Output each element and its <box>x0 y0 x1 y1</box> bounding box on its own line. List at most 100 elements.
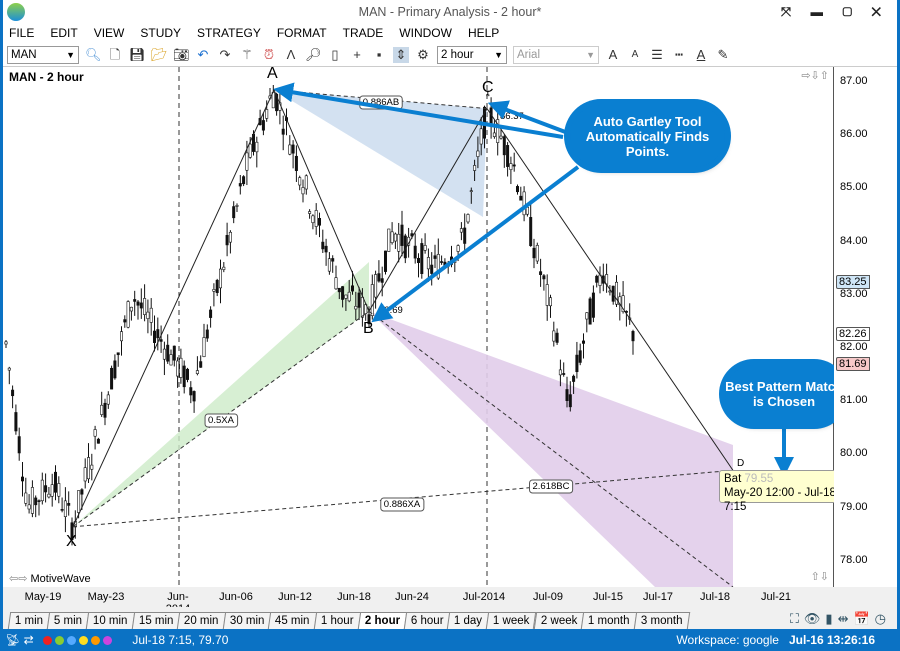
link-icon[interactable]: ⚙︎ <box>415 47 431 63</box>
tab-15-min[interactable]: 15 min <box>131 612 181 629</box>
ratio-xa-label: 0.5XA <box>208 415 235 426</box>
candle-body <box>126 301 130 328</box>
tab-1-month[interactable]: 1 month <box>581 612 638 629</box>
line-dash-icon[interactable]: ┅ <box>671 47 687 63</box>
tab-10-min[interactable]: 10 min <box>86 612 135 629</box>
candle-body <box>228 231 232 243</box>
red-dot-icon[interactable] <box>42 636 52 646</box>
yellow-dot-icon[interactable] <box>78 636 88 646</box>
orange-dot-icon[interactable] <box>90 636 100 646</box>
tab-label: 1 week <box>493 615 530 627</box>
candle-body <box>440 261 444 263</box>
candle-body <box>87 457 91 480</box>
undo-icon[interactable]: ↶ <box>195 47 211 63</box>
menu-edit[interactable]: EDIT <box>50 24 77 43</box>
candle-body <box>47 493 51 498</box>
candle-body <box>568 394 572 408</box>
menu-trade[interactable]: TRADE <box>343 24 384 43</box>
green-dot-icon[interactable] <box>54 636 64 646</box>
redo-icon[interactable]: ↷ <box>217 47 233 63</box>
price-axis[interactable]: 87.00 86.00 85.00 84.00 83.00 82.00 81.00 80.00… <box>834 67 897 587</box>
point-x-label: X <box>66 533 77 550</box>
date-axis[interactable]: May-19May-23Jun-2014Jun-06Jun-12Jun-18Ju… <box>3 587 897 615</box>
candle-body <box>153 330 157 343</box>
menu-help[interactable]: HELP <box>468 24 499 43</box>
candle-body <box>156 329 160 339</box>
tab-30-min[interactable]: 30 min <box>222 612 272 629</box>
purple-dot-icon[interactable] <box>102 636 112 646</box>
tab-5-min[interactable]: 5 min <box>46 612 90 629</box>
scale-icon[interactable]: ⇕ <box>393 46 409 63</box>
tab-1-day[interactable]: 1 day <box>447 612 490 629</box>
save-icon[interactable]: 💾︎ <box>129 47 146 63</box>
candle-body <box>14 412 18 432</box>
candle-body <box>37 500 41 502</box>
fill-color-icon[interactable]: ✎ <box>715 47 731 63</box>
candle-body <box>291 144 295 154</box>
price-tick: 85.00 <box>840 181 868 194</box>
symbol-select[interactable]: MAN ▼ <box>7 45 79 64</box>
font-decrease-icon[interactable]: A <box>627 47 643 63</box>
tab-3-month[interactable]: 3 month <box>633 612 690 629</box>
candle-body <box>129 306 133 312</box>
scroll-arrows-icon[interactable]: ⇨⇩⇧ <box>801 69 829 82</box>
zoom-icon[interactable]: 🔎︎ <box>305 47 322 63</box>
alarm-icon[interactable]: ⏰︎ <box>261 47 277 63</box>
search-icon[interactable]: 🔍︎ <box>85 47 102 63</box>
candle-body <box>506 145 510 167</box>
tab-2-hour[interactable]: 2 hour <box>357 612 407 629</box>
menu-study[interactable]: STUDY <box>140 24 181 43</box>
candle-body <box>195 370 199 374</box>
tab-6-hour[interactable]: 6 hour <box>403 612 451 629</box>
blue-dot-icon[interactable] <box>66 636 76 646</box>
tab-2-week[interactable]: 2 week <box>533 612 585 629</box>
candle-body <box>83 467 87 482</box>
text-color-icon[interactable]: A <box>693 47 709 63</box>
trade-icon[interactable]: ▪ <box>371 47 387 63</box>
date-tick: May-23 <box>87 591 125 603</box>
tab-1-hour[interactable]: 1 hour <box>313 612 361 629</box>
bottom-tool-icons[interactable]: ⛶👁︎▮⇹📅◷ <box>790 611 891 627</box>
menu-view[interactable]: VIEW <box>94 24 125 43</box>
crosshair-icon[interactable]: + <box>349 47 365 63</box>
scroll-arrows-bottom-icon[interactable]: ⇧⇩ <box>811 570 829 583</box>
menu-format[interactable]: FORMAT <box>277 24 327 43</box>
branding: ⇦⇨ MotiveWave <box>9 573 91 585</box>
candle-body <box>377 273 381 282</box>
candle-body <box>20 476 24 482</box>
chart-area[interactable]: 0.886AB 0.5XA 0.886XA 2.618BC 86.37 82.69 MAN… <box>3 65 857 587</box>
candle-body <box>416 257 420 263</box>
menu-window[interactable]: WINDOW <box>399 24 452 43</box>
menu-strategy[interactable]: STRATEGY <box>197 24 261 43</box>
tab-45-min[interactable]: 45 min <box>268 612 318 629</box>
candle-body <box>502 136 506 156</box>
window-controls[interactable]: ⤧ ▬ ▢ ✕ <box>781 0 889 24</box>
draw-lines-icon[interactable]: Λ <box>283 47 299 63</box>
interval-select[interactable]: 2 hour ▼ <box>437 45 507 64</box>
open-folder-icon[interactable]: 📂︎ <box>151 47 168 63</box>
date-tick: Jul-21 <box>761 591 791 603</box>
font-select[interactable]: Arial ▼ <box>513 45 599 64</box>
tab-1-week[interactable]: 1 week <box>486 612 538 629</box>
candle-body <box>159 339 163 342</box>
price-label: 81.69 <box>836 357 870 372</box>
wand-icon[interactable]: ⚚ <box>239 47 255 63</box>
marker-icon[interactable]: ▯ <box>327 47 343 63</box>
camera-icon[interactable]: 📷︎ <box>173 47 190 63</box>
candle-body <box>380 278 384 283</box>
status-bar: 📡︎ ⇄ Jul-18 7:15, 79.70 Workspace: googl… <box>0 629 897 651</box>
tab-1-min[interactable]: 1 min <box>7 612 51 629</box>
candle-body <box>562 373 566 375</box>
new-icon[interactable]: 🗋 <box>107 47 123 63</box>
menu-file[interactable]: FILE <box>9 24 34 43</box>
candle-body <box>595 275 599 283</box>
candle-body <box>238 183 242 187</box>
candle-body <box>525 207 529 215</box>
connection-icon[interactable]: 📡︎ ⇄ <box>5 633 34 647</box>
line-style-icon[interactable]: ☰ <box>649 47 665 63</box>
candle-body <box>166 344 170 362</box>
tab-20-min[interactable]: 20 min <box>177 612 227 629</box>
font-increase-icon[interactable]: A <box>605 47 621 63</box>
date-tick: Jun-06 <box>219 591 253 603</box>
point-d-label: D <box>737 458 745 469</box>
